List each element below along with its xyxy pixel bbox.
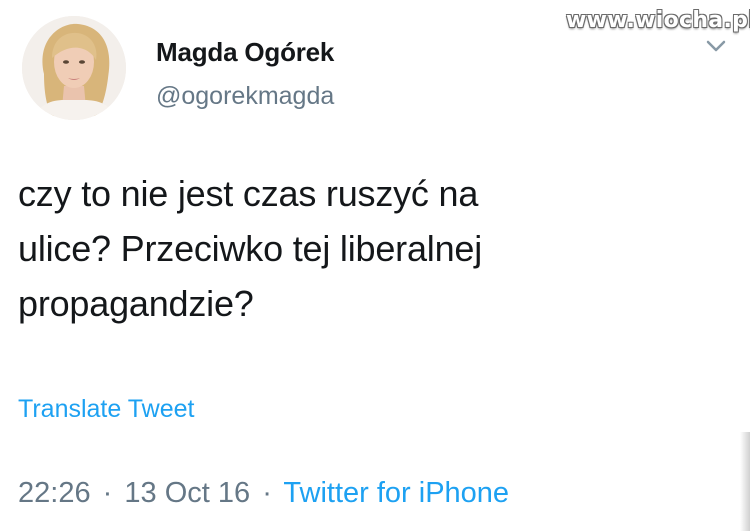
tweet-text: czy to nie jest czas ruszyć na ulice? Pr… <box>18 166 658 331</box>
tweet-time: 22:26 <box>18 477 91 509</box>
chevron-down-icon[interactable] <box>704 36 728 56</box>
translate-tweet-link[interactable]: Translate Tweet <box>18 395 194 424</box>
tweet-text-line: czy to nie jest czas ruszyć na <box>18 173 479 214</box>
separator: · <box>262 477 272 509</box>
tweet-date: 13 Oct 16 <box>124 477 251 509</box>
avatar[interactable] <box>22 16 126 120</box>
edge-shadow <box>740 432 750 531</box>
author-display-name[interactable]: Magda Ogórek <box>156 37 334 68</box>
tweet-meta: 22:26 · 13 Oct 16 · Twitter for iPhone <box>18 477 509 510</box>
profile-photo-icon <box>22 16 126 120</box>
tweet-text-line: ulice? Przeciwko tej liberalnej <box>18 228 483 269</box>
tweet-source-link[interactable]: Twitter for iPhone <box>283 477 509 509</box>
watermark: www.wiocha.pl <box>566 8 750 33</box>
author-handle[interactable]: @ogorekmagda <box>156 82 334 111</box>
separator: · <box>102 477 113 509</box>
tweet-text-line: propagandzie? <box>18 283 254 324</box>
